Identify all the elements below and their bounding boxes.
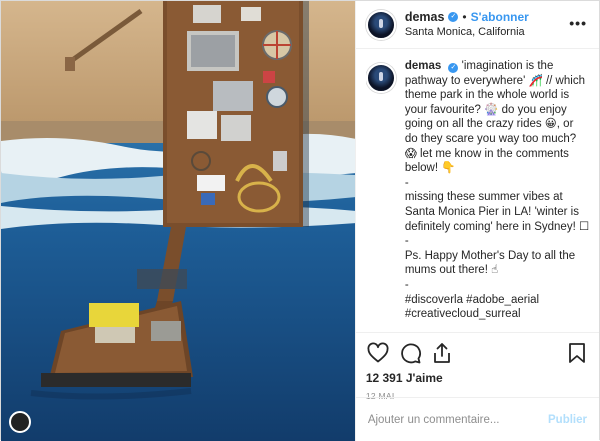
verified-badge-icon: ✓	[448, 63, 459, 73]
caption-line: -	[404, 235, 409, 248]
post-caption: demas ✓ 'imagination is the pathway to e…	[365, 59, 593, 327]
caption-username[interactable]: demas	[405, 60, 441, 72]
post-header: demas ✓ • S'abonner Santa Monica, Califo…	[355, 1, 599, 49]
caption-line: Ps. Happy Mother's Day to all the	[404, 249, 576, 262]
pier-aerial-image	[1, 1, 355, 441]
caption-line: going on all the crazy rides 😀, or	[404, 118, 574, 131]
caption-line: missing these summer vibes at	[404, 191, 563, 204]
caption-line: .	[405, 322, 593, 327]
comment-input[interactable]	[367, 413, 549, 426]
post-side-panel: demas ✓ • S'abonner Santa Monica, Califo…	[354, 1, 599, 441]
caption-line: 😱 let me know in the comments	[404, 147, 569, 160]
caption-line: demas ✓ 'imagination is the	[405, 59, 593, 74]
separator-dot: •	[462, 9, 467, 24]
hashtag-line[interactable]: #creativecloud_surreal	[405, 307, 593, 322]
share-icon[interactable]	[430, 341, 454, 365]
bookmark-icon[interactable]	[565, 341, 589, 365]
caption-line: mums out there! ☝	[404, 264, 499, 277]
caption-line: -	[404, 278, 409, 291]
caption-line: theme park in the whole world is	[404, 89, 570, 102]
author-username[interactable]: demas	[405, 10, 445, 25]
action-icons	[366, 341, 589, 365]
caption-line: below! 👇	[404, 162, 456, 175]
verified-badge-icon: ✓	[448, 12, 459, 22]
comment-bubble-icon[interactable]	[398, 341, 422, 365]
caption-line: -	[404, 176, 409, 189]
caption-line: definitely coming' here in Sydney! ☐	[404, 220, 590, 233]
caption-body: demas ✓ 'imagination is the pathway to e…	[405, 59, 593, 327]
caption-author-avatar[interactable]	[365, 63, 396, 93]
likes-count[interactable]: 12 391 J'aime	[366, 371, 589, 385]
instagram-post: demas ✓ • S'abonner Santa Monica, Califo…	[0, 0, 600, 441]
author-avatar[interactable]	[365, 9, 396, 40]
post-photo[interactable]	[1, 1, 355, 441]
post-actions: 12 391 J'aime 12 MAI	[355, 332, 599, 401]
caption-line: pathway to everywhere' 🎢 // which	[404, 74, 585, 87]
caption-line: your favourite? 🎡 do you enjoy	[404, 103, 567, 116]
caption-text: 'imagination is the	[461, 60, 554, 72]
ellipsis-icon[interactable]: •••	[569, 15, 587, 31]
follow-button[interactable]: S'abonner	[471, 10, 529, 25]
heart-icon[interactable]	[366, 341, 390, 365]
publish-button[interactable]: Publier	[548, 414, 587, 426]
photo-owner-avatar[interactable]	[9, 411, 31, 433]
hashtag-line[interactable]: #discoverla #adobe_aerial	[405, 293, 593, 308]
author-row: demas ✓ • S'abonner	[405, 10, 529, 25]
caption-line: Santa Monica Pier in LA! 'winter is	[404, 205, 579, 218]
caption-line: do they scare you way too much?	[404, 132, 577, 145]
author-info: demas ✓ • S'abonner Santa Monica, Califo…	[405, 10, 529, 40]
comment-form: Publier	[355, 397, 599, 441]
post-location[interactable]: Santa Monica, California	[405, 25, 529, 40]
